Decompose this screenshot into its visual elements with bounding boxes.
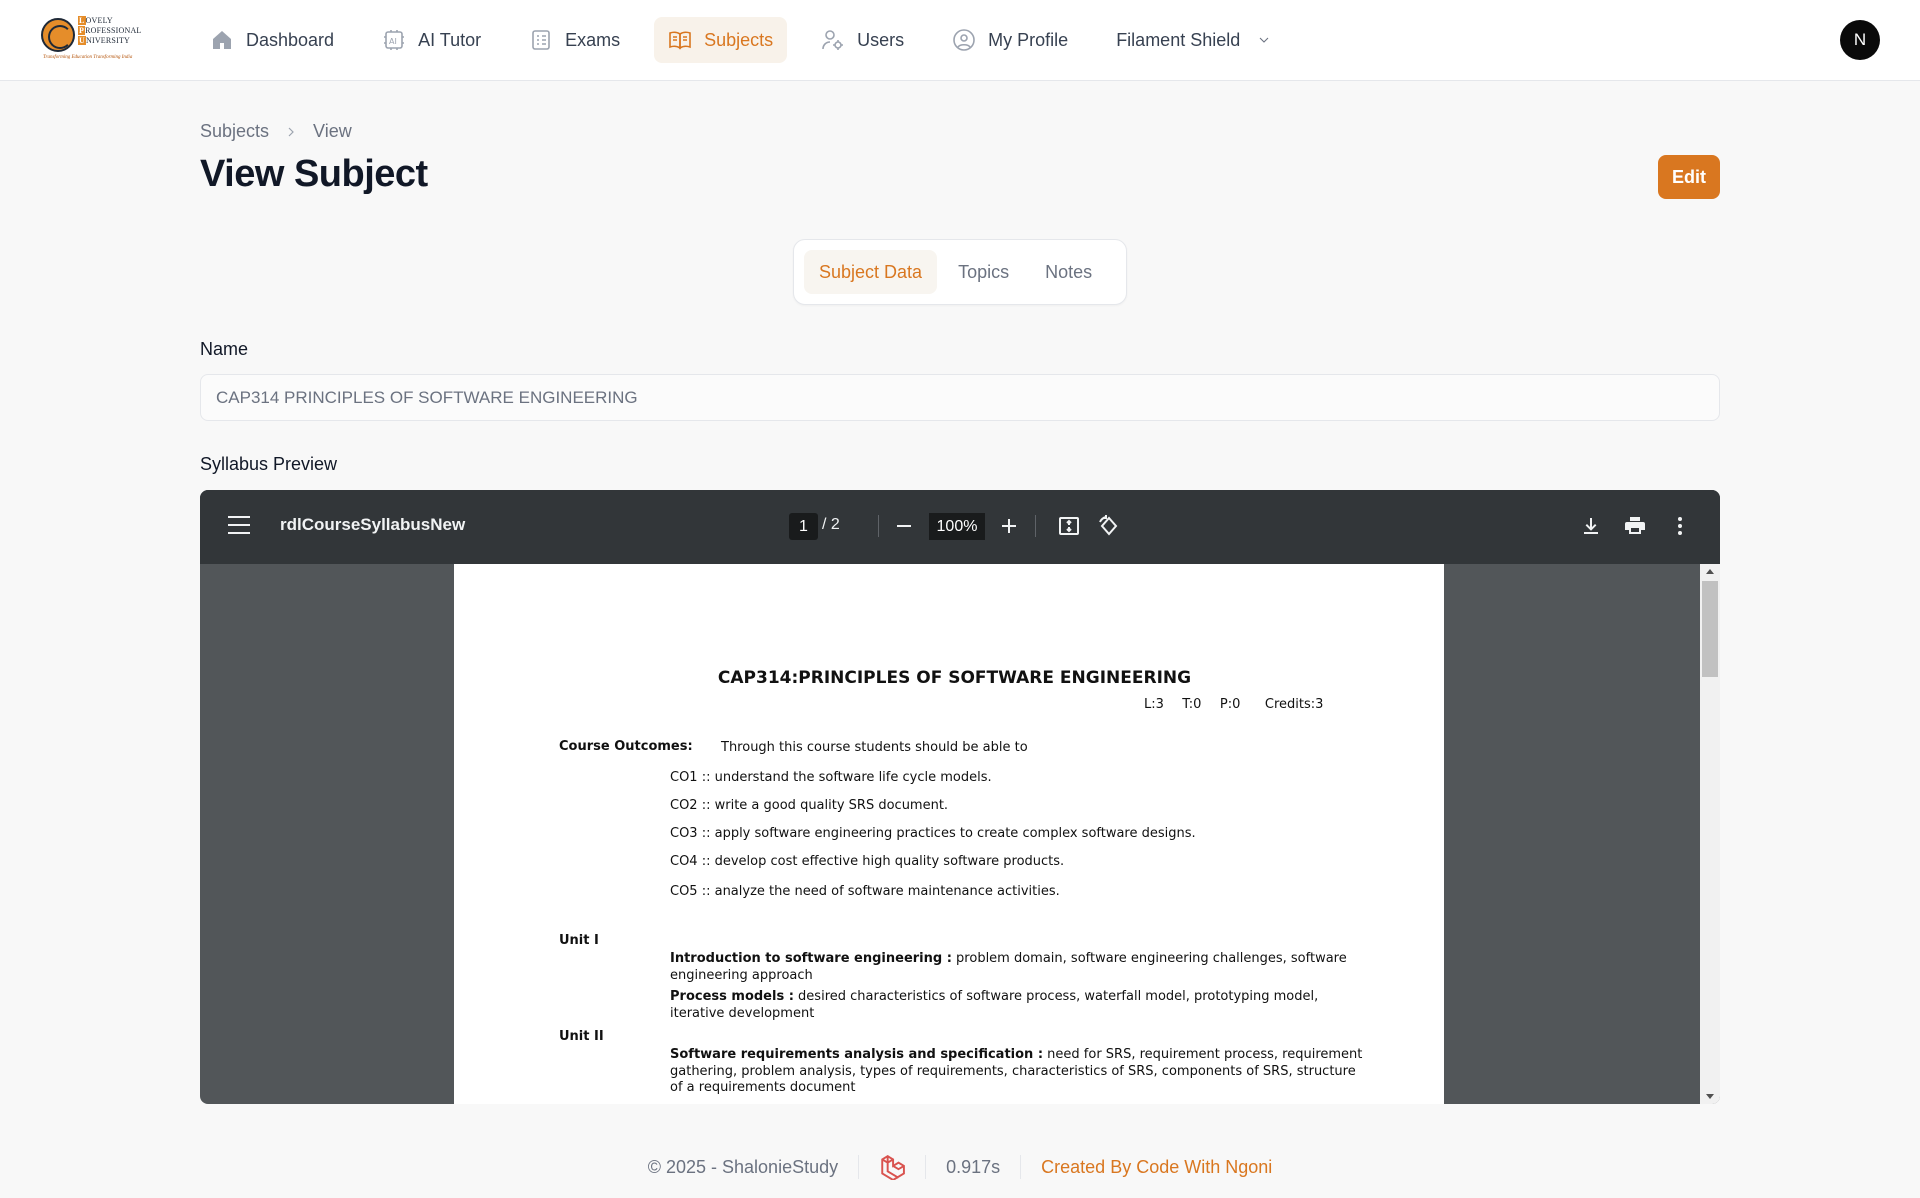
nav-label-subjects: Subjects	[704, 29, 774, 50]
pdf-toolbar: rdlCourseSyllabusNew 1 / 2 100%	[200, 490, 1720, 564]
zoom-in-icon[interactable]	[997, 514, 1021, 538]
exam-icon	[532, 30, 550, 50]
tab-topics[interactable]: Topics	[943, 250, 1024, 294]
doc-credits: L:3 T:0 P:0 Credits:3	[1144, 697, 1324, 712]
pdf-viewer[interactable]: rdlCourseSyllabusNew 1 / 2 100% CAP314:P…	[200, 490, 1720, 1104]
course-outcome-item: CO1 :: understand the software life cycl…	[670, 770, 992, 785]
university-logo[interactable]: LOVELY PROFESSIONAL UNIVERSITY Transform…	[41, 16, 142, 63]
svg-text:AI: AI	[389, 37, 397, 46]
scroll-up-arrow[interactable]	[1706, 569, 1714, 574]
top-navbar: LOVELY PROFESSIONAL UNIVERSITY Transform…	[0, 0, 1920, 81]
pdf-file-name: rdlCourseSyllabusNew	[280, 515, 466, 534]
nav-item-ai-tutor[interactable]: AI AI Tutor	[368, 17, 495, 63]
course-outcomes-label: Course Outcomes:	[559, 739, 693, 754]
course-outcome-item: CO4 :: develop cost effective high quali…	[670, 854, 1065, 869]
footer-render-time: 0.917s	[946, 1156, 1001, 1177]
course-outcomes-intro: Through this course students should be a…	[721, 740, 1028, 755]
name-field[interactable]	[200, 374, 1720, 421]
nav-label-ai-tutor: AI Tutor	[418, 29, 482, 50]
tab-notes[interactable]: Notes	[1030, 250, 1107, 294]
pdf-scrollbar[interactable]	[1700, 564, 1720, 1104]
main-nav: Dashboard AI AI Tutor Exams Subjects Use…	[196, 17, 1306, 63]
fit-page-icon[interactable]	[1057, 514, 1081, 538]
nav-item-users[interactable]: Users	[807, 17, 918, 63]
unit-paragraph: Introduction to software engineering : p…	[670, 951, 1347, 983]
footer-copyright: © 2025 - ShalonieStudy	[647, 1156, 839, 1177]
zoom-level[interactable]: 100%	[929, 513, 985, 540]
doc-title: CAP314:PRINCIPLES OF SOFTWARE ENGINEERIN…	[717, 668, 1192, 688]
page-count: / 2	[822, 516, 840, 533]
laravel-icon	[881, 1155, 906, 1180]
nav-label-filament-shield: Filament Shield	[1116, 29, 1241, 50]
nav-label-users: Users	[857, 29, 905, 50]
course-outcome-item: CO2 :: write a good quality SRS document…	[670, 798, 949, 813]
home-icon	[213, 31, 231, 49]
unit-heading: Unit II	[559, 1029, 604, 1044]
user-circle-icon	[953, 29, 975, 51]
logo-seal-icon	[41, 18, 75, 52]
nav-item-my-profile[interactable]: My Profile	[938, 17, 1082, 63]
unit-paragraph: Software requirements analysis and speci…	[670, 1047, 1363, 1095]
pdf-page: CAP314:PRINCIPLES OF SOFTWARE ENGINEERIN…	[454, 564, 1444, 1104]
nav-label-my-profile: My Profile	[988, 29, 1069, 50]
breadcrumb-subjects[interactable]: Subjects	[200, 121, 269, 142]
nav-label-dashboard: Dashboard	[246, 29, 335, 50]
book-open-icon	[669, 31, 691, 50]
users-gear-icon	[822, 30, 844, 50]
avatar[interactable]: N	[1840, 20, 1880, 60]
syllabus-preview-label: Syllabus Preview	[200, 454, 338, 474]
breadcrumb: Subjects View	[200, 121, 352, 142]
nav-item-filament-shield[interactable]: Filament Shield	[1102, 17, 1286, 63]
course-outcome-item: CO5 :: analyze the need of software main…	[670, 884, 1060, 899]
unit-heading: Unit I	[559, 933, 599, 948]
tab-subject-data[interactable]: Subject Data	[804, 250, 938, 294]
unit-paragraph: Process models : desired characteristics…	[670, 989, 1319, 1021]
more-options-icon[interactable]	[1668, 514, 1692, 538]
nav-item-subjects[interactable]: Subjects	[654, 17, 788, 63]
nav-item-dashboard[interactable]: Dashboard	[196, 17, 348, 63]
footer-credit-link[interactable]: Created By Code With Ngoni	[1041, 1157, 1272, 1178]
nav-label-exams: Exams	[565, 29, 621, 50]
nav-item-exams[interactable]: Exams	[515, 17, 634, 63]
toolbar-divider	[1035, 515, 1036, 537]
name-label: Name	[200, 339, 249, 359]
chevron-right-icon	[288, 127, 294, 136]
zoom-out-icon[interactable]	[892, 514, 916, 538]
rotate-icon[interactable]	[1097, 514, 1121, 538]
scrollbar-thumb[interactable]	[1702, 581, 1718, 677]
footer: © 2025 - ShalonieStudy 0.917s Created By…	[0, 1154, 1920, 1180]
chevron-down-icon	[1259, 37, 1269, 43]
print-icon[interactable]	[1623, 514, 1647, 538]
scroll-down-arrow[interactable]	[1706, 1094, 1714, 1099]
ai-icon: AI	[384, 30, 405, 50]
edit-button[interactable]: Edit	[1658, 155, 1720, 199]
logo-tagline: Transforming Education Transforming Indi…	[43, 55, 133, 60]
tab-bar: Subject Data Topics Notes	[793, 239, 1127, 305]
download-icon[interactable]	[1579, 514, 1603, 538]
page-number-input[interactable]: 1	[789, 513, 818, 540]
breadcrumb-view: View	[313, 121, 352, 141]
toolbar-divider	[878, 515, 879, 537]
page-title: View Subject	[200, 153, 428, 195]
course-outcome-item: CO3 :: apply software engineering practi…	[670, 826, 1196, 841]
menu-icon[interactable]	[228, 516, 250, 534]
logo-wordmark: LOVELY PROFESSIONAL UNIVERSITY	[78, 16, 142, 45]
